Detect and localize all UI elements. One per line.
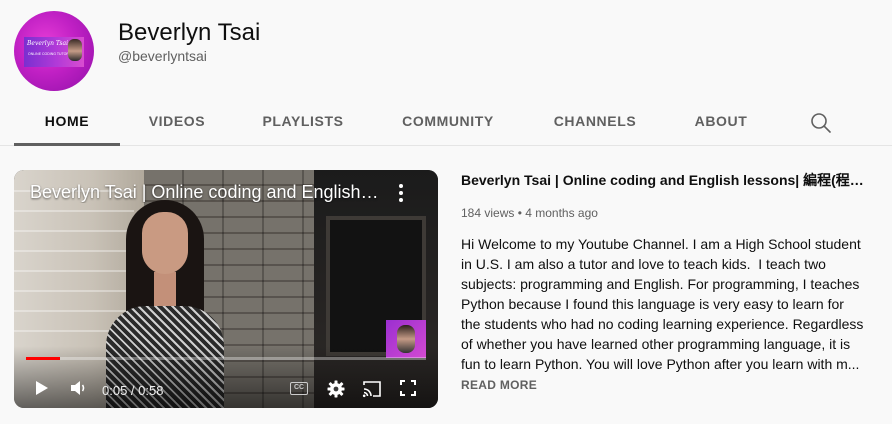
progress-bar-fill	[26, 357, 61, 360]
channel-tabs: HOME VIDEOS PLAYLISTS COMMUNITY CHANNELS…	[0, 100, 892, 146]
tab-home[interactable]: HOME	[14, 100, 120, 146]
play-icon[interactable]	[36, 381, 48, 395]
cc-icon[interactable]: CC	[290, 382, 308, 395]
player-video-title[interactable]: Beverlyn Tsai | Online coding and Englis…	[30, 182, 380, 203]
read-more-button[interactable]: READ MORE	[461, 378, 871, 392]
avatar-portrait	[68, 39, 82, 61]
video-title-link[interactable]: Beverlyn Tsai | Online coding and Englis…	[461, 170, 866, 190]
channel-watermark[interactable]	[386, 320, 426, 358]
channel-header: Beverlyn Tsai ONLINE CODING TUTORIALS Be…	[0, 0, 892, 100]
tab-about[interactable]: ABOUT	[683, 100, 759, 146]
tab-community[interactable]: COMMUNITY	[386, 100, 510, 146]
fullscreen-icon[interactable]	[400, 380, 416, 396]
featured-video-player[interactable]: Beverlyn Tsai | Online coding and Englis…	[14, 170, 438, 408]
video-description: Hi Welcome to my Youtube Channel. I am a…	[461, 236, 864, 372]
featured-video-info: Beverlyn Tsai | Online coding and Englis…	[461, 170, 871, 392]
avatar-banner-text: Beverlyn Tsai	[27, 40, 68, 47]
tab-channels[interactable]: CHANNELS	[538, 100, 652, 146]
search-icon[interactable]	[809, 111, 833, 135]
video-meta: 184 views • 4 months ago	[461, 206, 598, 220]
volume-icon[interactable]	[70, 380, 88, 396]
kebab-icon[interactable]	[396, 182, 406, 204]
channel-handle: @beverlyntsai	[118, 48, 207, 64]
tab-playlists[interactable]: PLAYLISTS	[248, 100, 358, 146]
channel-avatar[interactable]: Beverlyn Tsai ONLINE CODING TUTORIALS	[14, 11, 94, 91]
cast-icon[interactable]	[362, 380, 382, 398]
controls-gradient	[14, 346, 438, 408]
gear-icon[interactable]	[327, 380, 345, 398]
time-display: 0:05 / 0:58	[102, 383, 164, 398]
tab-videos[interactable]: VIDEOS	[133, 100, 221, 146]
channel-name: Beverlyn Tsai	[118, 19, 261, 46]
progress-bar[interactable]	[26, 357, 426, 360]
